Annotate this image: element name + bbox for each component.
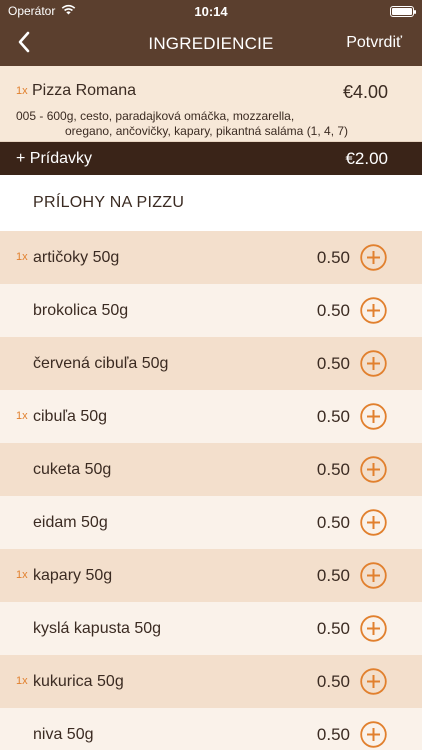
add-button[interactable] — [360, 456, 387, 483]
item-name: kapary 50g — [33, 566, 113, 584]
plus-circle-icon — [360, 244, 387, 271]
item-price: 0.50 — [316, 247, 350, 267]
pizza-ingredients-line2: oregano, ančovičky, kapary, pikantná sal… — [65, 124, 349, 138]
add-button[interactable] — [360, 297, 387, 324]
list-item[interactable]: 1x kukurica 50g 0.50 — [0, 655, 422, 708]
list-item[interactable]: brokolica 50g 0.50 — [0, 284, 422, 337]
item-name: artičoky 50g — [33, 248, 120, 266]
status-left: Operátor — [8, 4, 76, 18]
item-price: 0.50 — [316, 353, 350, 373]
plus-circle-icon — [360, 668, 387, 695]
item-name: cibuľa 50g — [33, 407, 108, 425]
add-button[interactable] — [360, 403, 387, 430]
status-bar: Operátor 10:14 — [0, 0, 422, 22]
plus-circle-icon — [360, 721, 387, 748]
item-price: 0.50 — [316, 565, 350, 585]
plus-circle-icon — [360, 403, 387, 430]
add-button[interactable] — [360, 244, 387, 271]
list-item[interactable]: niva 50g 0.50 — [0, 708, 422, 750]
item-name: kukurica 50g — [33, 672, 124, 690]
plus-circle-icon — [360, 562, 387, 589]
add-button[interactable] — [360, 721, 387, 748]
wifi-icon — [61, 4, 76, 18]
battery-icon — [390, 5, 416, 17]
item-price: 0.50 — [316, 512, 350, 532]
item-price: 0.50 — [316, 300, 350, 320]
item-price: 0.50 — [316, 724, 350, 744]
pizza-quantity: 1x — [16, 85, 28, 97]
item-name: brokolica 50g — [33, 301, 129, 319]
list-item[interactable]: eidam 50g 0.50 — [0, 496, 422, 549]
item-price: 0.50 — [316, 406, 350, 426]
pizza-code: 005 - — [16, 109, 44, 123]
list-item[interactable]: kyslá kapusta 50g 0.50 — [0, 602, 422, 655]
navigation-bar: INGREDIENCIE Potvrdiť — [0, 22, 422, 66]
pizza-name: Pizza Romana — [32, 82, 137, 99]
item-name: kyslá kapusta 50g — [33, 619, 162, 637]
add-button[interactable] — [360, 562, 387, 589]
plus-circle-icon — [360, 615, 387, 642]
topping-list: 1x artičoky 50g 0.50 brokolica 50g 0.50 … — [0, 231, 422, 750]
chevron-left-icon — [17, 31, 31, 58]
add-button[interactable] — [360, 668, 387, 695]
carrier-label: Operátor — [8, 4, 56, 18]
plus-circle-icon — [360, 350, 387, 377]
item-quantity: 1x — [16, 410, 28, 422]
section-header: PRÍLOHY NA PIZZU — [0, 175, 422, 231]
item-price: 0.50 — [316, 671, 350, 691]
plus-circle-icon — [360, 509, 387, 536]
item-price: 0.50 — [316, 618, 350, 638]
item-name: cuketa 50g — [33, 460, 112, 478]
pizza-price: €4.00 — [342, 82, 388, 102]
list-item[interactable]: 1x cibuľa 50g 0.50 — [0, 390, 422, 443]
item-name: eidam 50g — [33, 513, 108, 531]
back-button[interactable] — [10, 30, 38, 58]
list-item[interactable]: 1x kapary 50g 0.50 — [0, 549, 422, 602]
list-item[interactable]: cuketa 50g 0.50 — [0, 443, 422, 496]
item-quantity: 1x — [16, 251, 28, 263]
pizza-description: 005 - 600g, cesto, paradajková omáčka, m… — [16, 109, 348, 139]
page-title: INGREDIENCIE — [148, 34, 274, 53]
add-button[interactable] — [360, 509, 387, 536]
add-button[interactable] — [360, 350, 387, 377]
extras-bar[interactable]: + Prídavky €2.00 — [0, 142, 422, 175]
item-name: niva 50g — [33, 725, 94, 743]
item-quantity: 1x — [16, 569, 28, 581]
add-button[interactable] — [360, 615, 387, 642]
plus-circle-icon — [360, 456, 387, 483]
item-price: 0.50 — [316, 459, 350, 479]
plus-circle-icon — [360, 297, 387, 324]
confirm-button[interactable]: Potvrdiť — [346, 34, 402, 52]
list-item[interactable]: červená cibuľa 50g 0.50 — [0, 337, 422, 390]
pizza-summary: 1x Pizza Romana €4.00 005 - 600g, cesto,… — [0, 66, 422, 142]
item-quantity: 1x — [16, 675, 28, 687]
extras-label: + Prídavky — [16, 149, 93, 167]
extras-price: €2.00 — [345, 148, 388, 168]
item-name: červená cibuľa 50g — [33, 354, 169, 372]
list-item[interactable]: 1x artičoky 50g 0.50 — [0, 231, 422, 284]
pizza-ingredients-line1: 600g, cesto, paradajková omáčka, mozzare… — [46, 109, 295, 123]
section-title: PRÍLOHY NA PIZZU — [33, 194, 185, 211]
